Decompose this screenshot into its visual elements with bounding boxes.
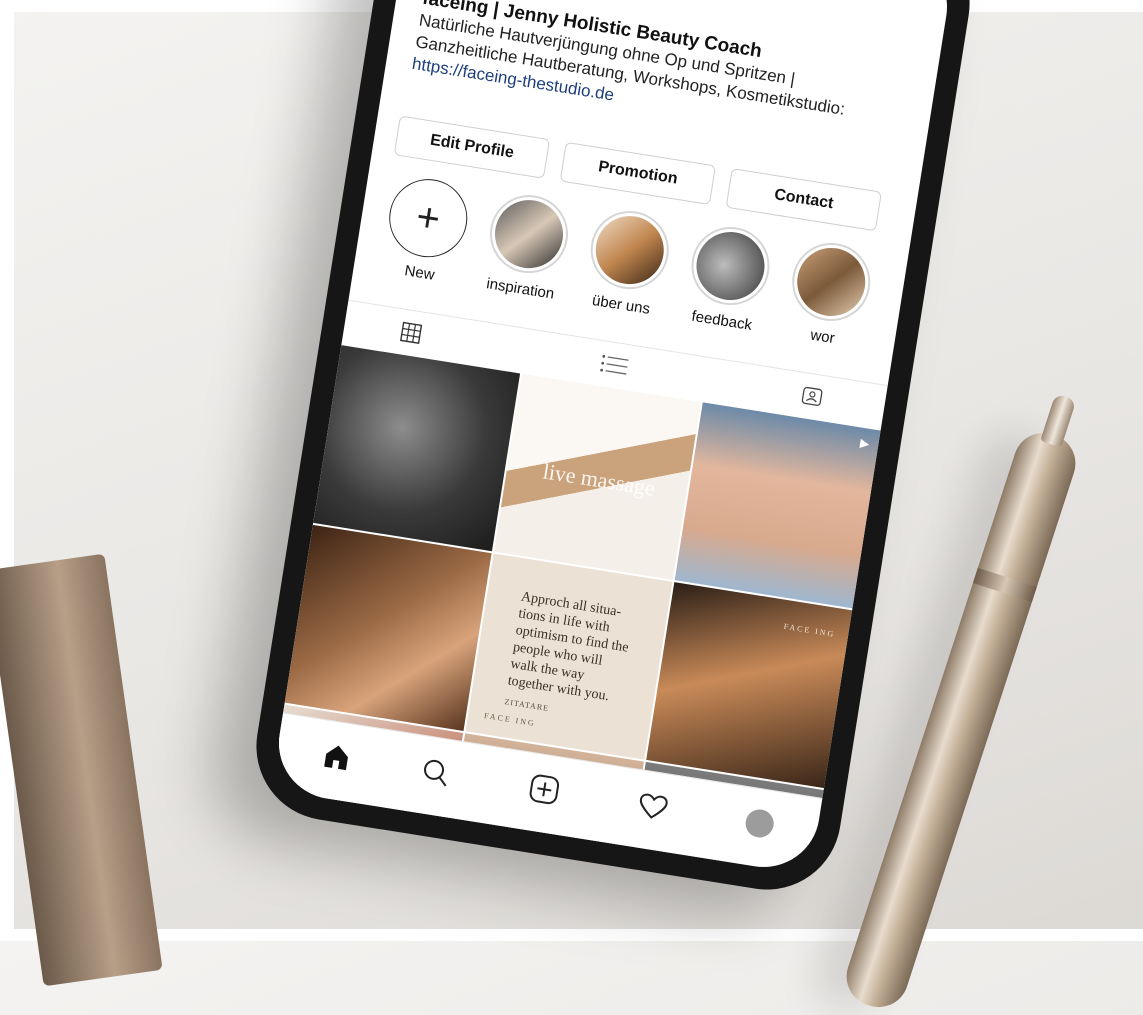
tab-tagged[interactable] [795,380,829,412]
highlight-label: wor [809,326,836,348]
post-thumbnail[interactable]: Approch all situa- tions in life with op… [465,553,673,760]
phone-screen: faceing | Jenny Holistic Beauty Coach Na… [270,0,956,876]
brand-mark: FACE ING [483,711,537,729]
post-thumbnail[interactable] [313,345,521,552]
highlight-label: feedback [690,307,754,335]
brand-mark: FACE ING [783,621,836,639]
highlight-label: inspiration [485,275,556,303]
post-thumbnail[interactable] [284,524,492,731]
highlight-label: New [403,262,436,284]
highlight-label: über uns [590,291,652,318]
post-thumbnail[interactable]: FACE ING [646,582,854,789]
highlight-cover [590,211,669,289]
pen-ring [972,567,1037,603]
photo-border [0,0,14,941]
nav-add-post[interactable] [521,766,567,812]
promotion-button[interactable]: Promotion [559,141,717,206]
plus-icon: + [383,173,473,263]
photo-border [0,929,1143,941]
heart-icon [639,793,668,819]
edit-profile-button[interactable]: Edit Profile [393,115,551,179]
highlight-inspiration[interactable]: inspiration [474,188,581,304]
highlight-cover [490,195,568,274]
phone: faceing | Jenny Holistic Beauty Coach Na… [245,0,981,901]
post-thumbnail[interactable]: live massage [493,373,701,580]
post-caption-overlay: live massage [541,458,657,501]
pen-tip [1040,393,1077,448]
highlight-wor[interactable]: wor [776,236,883,352]
contact-button[interactable]: Contact [725,168,882,232]
nav-activity[interactable] [630,784,676,830]
highlight-cover [691,227,770,305]
grid-icon [400,321,423,344]
highlight-feedback[interactable]: feedback [675,220,782,336]
highlight-new[interactable]: + New [373,172,480,288]
nav-search[interactable] [413,749,459,795]
post-quote: Approch all situa- tions in life with op… [506,589,630,705]
post-quote-author: ZITATARE [503,697,550,714]
highlight-ueber-uns[interactable]: über uns [574,204,681,320]
list-icon [600,354,629,375]
highlight-cover [792,243,871,321]
post-thumbnail[interactable]: ▶ [674,402,882,609]
video-icon: ▶ [859,435,871,451]
home-icon [324,745,348,771]
nav-home[interactable] [314,734,360,780]
tagged-icon [801,386,823,406]
search-icon [424,759,447,787]
notebook [0,553,163,987]
tab-list[interactable] [598,349,632,381]
tab-grid[interactable] [394,317,428,349]
avatar [743,807,776,840]
nav-profile[interactable] [737,801,783,847]
add-post-icon [529,774,560,805]
